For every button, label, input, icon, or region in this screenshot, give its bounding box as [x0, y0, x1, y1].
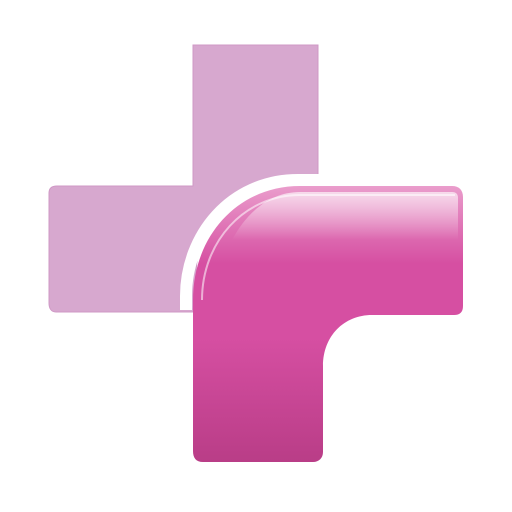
front-cross-shape — [193, 186, 463, 462]
icon-canvas — [0, 0, 512, 512]
medical-cross-icon — [48, 44, 463, 462]
